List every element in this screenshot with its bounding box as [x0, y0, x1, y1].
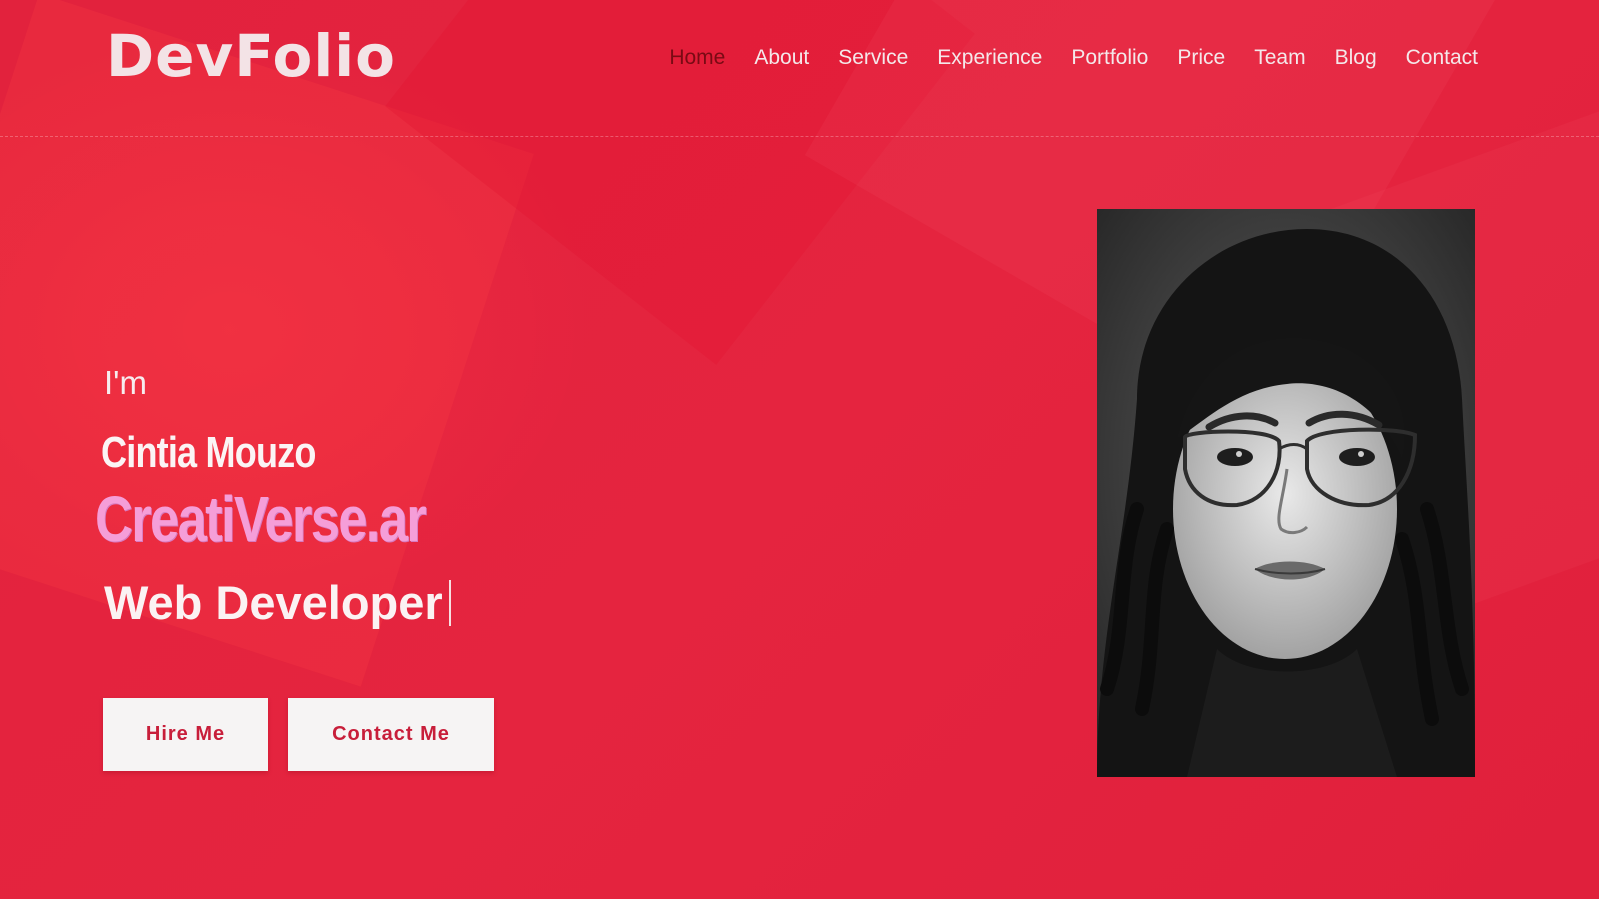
main-nav: Home About Service Experience Portfolio … [640, 46, 1478, 70]
nav-item-price[interactable]: Price [1177, 46, 1225, 70]
profile-photo-illustration [1097, 209, 1475, 777]
nav-item-home[interactable]: Home [669, 46, 725, 70]
nav-item-portfolio[interactable]: Portfolio [1071, 46, 1148, 70]
site-logo[interactable]: DevFolio [106, 22, 396, 90]
hero-role: Web Developer [104, 576, 443, 629]
site-header: DevFolio Home About Service Experience P… [0, 0, 1599, 137]
nav-item-about[interactable]: About [754, 46, 809, 70]
contact-me-button[interactable]: Contact Me [288, 698, 494, 771]
hero-brand: CreatiVerse.ar [95, 483, 427, 555]
hero-name: Cintia Mouzo [101, 428, 316, 477]
hero-intro: I'm [104, 364, 147, 401]
nav-item-service[interactable]: Service [838, 46, 908, 70]
nav-item-experience[interactable]: Experience [937, 46, 1042, 70]
hire-me-button[interactable]: Hire Me [103, 698, 268, 771]
nav-item-blog[interactable]: Blog [1335, 46, 1377, 70]
hero-role-line: Web Developer [104, 575, 451, 630]
nav-item-contact[interactable]: Contact [1406, 46, 1478, 70]
typing-cursor [448, 579, 451, 626]
nav-item-team[interactable]: Team [1254, 46, 1305, 70]
profile-photo [1097, 209, 1475, 777]
